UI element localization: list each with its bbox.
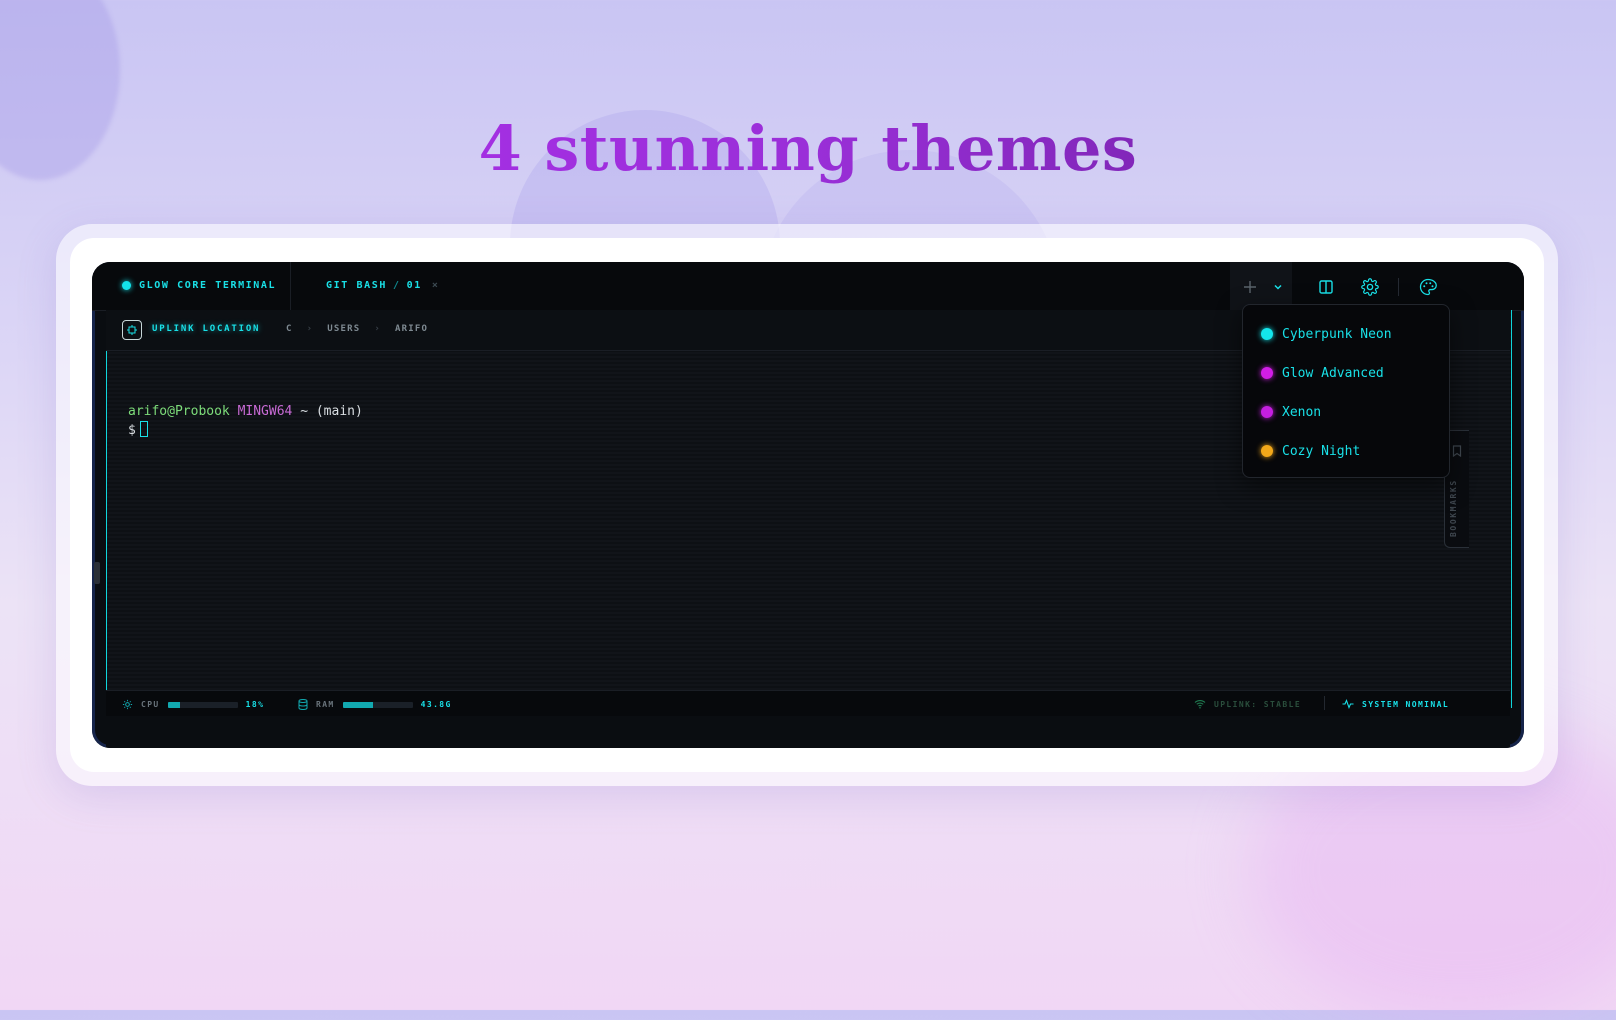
text-cursor[interactable] bbox=[139, 421, 148, 437]
ram-bar bbox=[342, 701, 413, 708]
resize-handle[interactable] bbox=[94, 562, 100, 584]
ram-bar-fill bbox=[342, 701, 374, 708]
prompt-user-host: arifo@Probook bbox=[128, 404, 230, 419]
cpu-bar-fill bbox=[167, 701, 181, 708]
divider bbox=[1324, 696, 1325, 710]
theme-color-dot-icon bbox=[1261, 406, 1273, 418]
cpu-value: 18% bbox=[245, 700, 265, 709]
theme-option-label: Glow Advanced bbox=[1282, 365, 1384, 381]
wifi-icon bbox=[1194, 700, 1206, 709]
prompt-path-branch: ~ (main) bbox=[300, 404, 363, 419]
theme-color-dot-icon bbox=[1261, 445, 1273, 457]
bookmarks-label: BOOKMARKS bbox=[1449, 479, 1458, 537]
cpu-bar bbox=[167, 701, 238, 708]
tab-label: GIT BASH bbox=[326, 280, 387, 291]
theme-color-dot-icon bbox=[1261, 328, 1273, 340]
theme-dropdown-menu: Cyberpunk Neon Glow Advanced Xenon Cozy … bbox=[1242, 304, 1450, 478]
theme-option-glow-advanced[interactable]: Glow Advanced bbox=[1261, 361, 1384, 385]
plus-icon bbox=[1244, 281, 1256, 293]
ram-value: 43.8G bbox=[420, 700, 452, 709]
tab-git-bash[interactable]: GIT BASH / 01 × bbox=[326, 280, 439, 291]
tab-close-button[interactable]: × bbox=[432, 280, 440, 291]
brand: GLOW CORE TERMINAL bbox=[122, 280, 276, 291]
status-bar: CPU 18% RAM 43.8G UPLINK: STABLE SYSTEM … bbox=[106, 690, 1510, 717]
uplink-label: UPLINK: STABLE bbox=[1214, 699, 1302, 709]
activity-icon bbox=[1342, 699, 1354, 709]
theme-option-cozy-night[interactable]: Cozy Night bbox=[1261, 439, 1360, 463]
page-headline: 4 stunning themes bbox=[0, 112, 1616, 185]
theme-option-label: Cyberpunk Neon bbox=[1282, 326, 1392, 342]
prompt-env: MINGW64 bbox=[237, 404, 293, 419]
theme-button[interactable] bbox=[1414, 274, 1442, 300]
split-pane-button[interactable] bbox=[1312, 274, 1340, 300]
breadcrumb-item[interactable]: USERS bbox=[327, 324, 360, 334]
breadcrumb-item[interactable]: ARIFO bbox=[395, 324, 428, 334]
tab-number: 01 bbox=[406, 280, 422, 291]
location-chip-icon bbox=[122, 320, 142, 340]
new-tab-dropdown-button[interactable] bbox=[1267, 274, 1289, 300]
gear-icon bbox=[1361, 278, 1379, 296]
database-icon bbox=[298, 699, 308, 710]
palette-icon bbox=[1419, 278, 1437, 296]
divider bbox=[1398, 278, 1399, 296]
divider bbox=[290, 262, 291, 310]
terminal-window: GLOW CORE TERMINAL GIT BASH / 01 × UPLIN… bbox=[92, 262, 1524, 748]
split-pane-icon bbox=[1319, 280, 1333, 294]
theme-option-xenon[interactable]: Xenon bbox=[1261, 400, 1321, 424]
app-title: GLOW CORE TERMINAL bbox=[139, 280, 277, 291]
chevron-down-icon bbox=[1274, 284, 1282, 290]
location-label: UPLINK LOCATION bbox=[152, 324, 261, 334]
terminal-bottom-edge bbox=[106, 716, 1510, 748]
breadcrumb-item[interactable]: C bbox=[286, 324, 293, 334]
breadcrumb-separator: › bbox=[306, 324, 314, 334]
theme-option-label: Cozy Night bbox=[1282, 443, 1361, 459]
ram-meter: RAM 43.8G bbox=[298, 699, 452, 710]
bookmark-icon bbox=[1452, 445, 1462, 457]
prompt-symbol: $ bbox=[128, 423, 136, 438]
settings-button[interactable] bbox=[1356, 274, 1384, 300]
theme-option-cyberpunk-neon[interactable]: Cyberpunk Neon bbox=[1261, 322, 1392, 346]
shell-prompt: arifo@Probook MINGW64 ~ (main) $ bbox=[128, 402, 363, 440]
breadcrumb-separator: › bbox=[374, 324, 381, 334]
system-status: SYSTEM NOMINAL bbox=[1342, 699, 1449, 709]
status-dot-icon bbox=[122, 281, 131, 290]
theme-color-dot-icon bbox=[1261, 367, 1273, 379]
ram-label: RAM bbox=[316, 700, 335, 709]
breadcrumb: C › USERS › ARIFO bbox=[286, 324, 428, 334]
tab-separator: / bbox=[392, 280, 401, 291]
uplink-status: UPLINK: STABLE bbox=[1194, 699, 1301, 709]
new-tab-button[interactable] bbox=[1236, 274, 1264, 300]
cpu-meter: CPU 18% bbox=[122, 699, 264, 710]
cpu-icon bbox=[122, 699, 133, 710]
cpu-label: CPU bbox=[141, 700, 160, 709]
system-status-label: SYSTEM NOMINAL bbox=[1362, 699, 1450, 709]
theme-option-label: Xenon bbox=[1282, 404, 1322, 420]
